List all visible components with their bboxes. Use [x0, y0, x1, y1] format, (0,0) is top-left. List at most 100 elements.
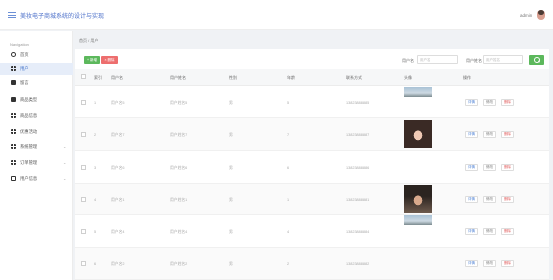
sidebar-item-products[interactable]: 商品信息: [0, 110, 73, 122]
table-row[interactable]: 2 用户名7 用户姓名7 男 7 13823888887 详情 修改 删除: [75, 118, 549, 151]
cell-phone: 13823888881: [346, 198, 370, 202]
sidebar-item-messages[interactable]: 留言: [0, 77, 73, 89]
sidebar-item-home[interactable]: 首页: [0, 49, 73, 61]
row-checkbox[interactable]: [81, 132, 86, 137]
name-input[interactable]: 用户姓名: [483, 55, 523, 64]
delete-row-button[interactable]: 删除: [501, 196, 514, 203]
sidebar-item-label: 订单管理: [20, 160, 38, 165]
sidebar-item-label: 首页: [20, 52, 29, 57]
sidebar-item-discounts[interactable]: 优惠活动: [0, 126, 73, 138]
delete-row-button[interactable]: 删除: [501, 260, 514, 267]
product-grid-icon: [11, 113, 16, 118]
navigation-heading: Navigation: [10, 42, 29, 47]
delete-row-button[interactable]: 删除: [501, 99, 514, 106]
table-row[interactable]: 6 用户名2 用户姓名2 男 2 13823888882 详情 修改 删除: [75, 248, 549, 280]
breadcrumb-current: 用户: [90, 38, 99, 43]
cell-age: 5: [287, 101, 290, 105]
sidebar-item-product-types[interactable]: 商品类型: [0, 94, 73, 106]
sidebar-item-label: 用户: [20, 66, 29, 71]
view-button[interactable]: 详情: [465, 228, 478, 235]
cell-index: 4: [94, 198, 97, 202]
table-row[interactable]: 4 用户名1 用户姓名1 男 1 13823888881 详情 修改 删除: [75, 184, 549, 215]
cell-gender: 男: [229, 230, 233, 234]
edit-button[interactable]: 修改: [483, 164, 496, 171]
menu-icon[interactable]: [8, 12, 16, 18]
order-grid-icon: [11, 160, 16, 165]
cell-phone: 13823888886: [346, 166, 370, 170]
user-info-icon: [11, 176, 16, 181]
username-input[interactable]: 用户名: [417, 55, 458, 64]
row-checkbox[interactable]: [81, 100, 86, 105]
sidebar: Navigation 首页 用户 留言 商品类型 商品信息 优惠活动 系统管理 ⌄…: [0, 31, 73, 280]
row-checkbox[interactable]: [81, 261, 86, 266]
edit-button[interactable]: 修改: [483, 260, 496, 267]
chevron-down-icon: ⌄: [63, 144, 67, 149]
avatar[interactable]: [537, 10, 545, 20]
view-button[interactable]: 详情: [465, 260, 478, 267]
column-header: 年龄: [287, 75, 295, 80]
cell-age: 7: [287, 133, 290, 137]
breadcrumb-home[interactable]: 首页: [79, 38, 87, 43]
cell-index: 5: [94, 230, 97, 234]
cell-index: 2: [94, 133, 97, 137]
sidebar-item-label: 商品类型: [20, 97, 38, 102]
admin-user[interactable]: admin: [520, 13, 532, 18]
table-row[interactable]: 3 用户名6 用户姓名6 男 6 13823888886 详情 修改 删除: [75, 151, 549, 184]
view-button[interactable]: 详情: [465, 196, 478, 203]
cell-name: 用户姓名5: [170, 101, 188, 105]
table-header: 索引 用户名 用户姓名 性别 年龄 联系方式 头像 操作: [75, 69, 549, 86]
edit-button[interactable]: 修改: [483, 196, 496, 203]
cell-username: 用户名7: [111, 133, 125, 137]
cell-index: 3: [94, 166, 97, 170]
avatar-image: [404, 120, 432, 148]
table-row[interactable]: 1 用户名5 用户姓名5 男 5 13823888885 详情 修改 删除: [75, 87, 549, 118]
delete-button[interactable]: × 删除: [101, 56, 118, 64]
view-button[interactable]: 详情: [465, 131, 478, 138]
delete-row-button[interactable]: 删除: [501, 131, 514, 138]
top-bar: 美妆电子商城系统的设计与实现 admin: [0, 0, 553, 30]
search-button[interactable]: [529, 55, 544, 65]
row-checkbox[interactable]: [81, 229, 86, 234]
chevron-down-icon: ⌄: [63, 160, 67, 165]
row-checkbox[interactable]: [81, 197, 86, 202]
avatar-image: [404, 215, 432, 225]
avatar-image: [404, 185, 432, 213]
select-all-checkbox[interactable]: [81, 74, 86, 79]
message-icon: [11, 80, 16, 85]
cell-username: 用户名2: [111, 262, 125, 266]
cell-gender: 男: [229, 101, 233, 105]
sidebar-item-system[interactable]: 系统管理 ⌄: [0, 141, 73, 153]
cell-index: 1: [94, 101, 97, 105]
app-title: 美妆电子商城系统的设计与实现: [20, 14, 105, 20]
sidebar-item-orders[interactable]: 订单管理 ⌄: [0, 157, 73, 169]
sidebar-item-label: 用户信息: [20, 176, 38, 181]
row-checkbox[interactable]: [81, 165, 86, 170]
system-grid-icon: [11, 144, 16, 149]
cell-phone: 13823888882: [346, 262, 370, 266]
edit-button[interactable]: 修改: [483, 228, 496, 235]
sidebar-item-user-info[interactable]: 用户信息 ⌄: [0, 173, 73, 185]
cell-name: 用户姓名4: [170, 230, 188, 234]
cell-gender: 男: [229, 198, 233, 202]
cell-gender: 男: [229, 262, 233, 266]
sidebar-item-label: 优惠活动: [20, 129, 38, 134]
add-button[interactable]: + 新增: [84, 56, 100, 64]
edit-button[interactable]: 修改: [483, 99, 496, 106]
cell-username: 用户名5: [111, 101, 125, 105]
column-header: 用户姓名: [170, 75, 186, 80]
category-icon: [11, 97, 16, 102]
edit-button[interactable]: 修改: [483, 131, 496, 138]
cell-username: 用户名1: [111, 198, 125, 202]
sidebar-item-label: 商品信息: [20, 113, 38, 118]
delete-row-button[interactable]: 删除: [501, 228, 514, 235]
cell-name: 用户姓名7: [170, 133, 188, 137]
delete-row-button[interactable]: 删除: [501, 164, 514, 171]
sidebar-item-users[interactable]: 用户: [0, 63, 73, 75]
column-header: 联系方式: [346, 75, 362, 80]
column-header: 索引: [94, 75, 102, 80]
column-header: 头像: [404, 75, 412, 80]
column-header: 用户名: [111, 75, 123, 80]
view-button[interactable]: 详情: [465, 164, 478, 171]
view-button[interactable]: 详情: [465, 99, 478, 106]
table-row[interactable]: 5 用户名4 用户姓名4 男 4 13823888884 详情 修改 删除: [75, 215, 549, 248]
